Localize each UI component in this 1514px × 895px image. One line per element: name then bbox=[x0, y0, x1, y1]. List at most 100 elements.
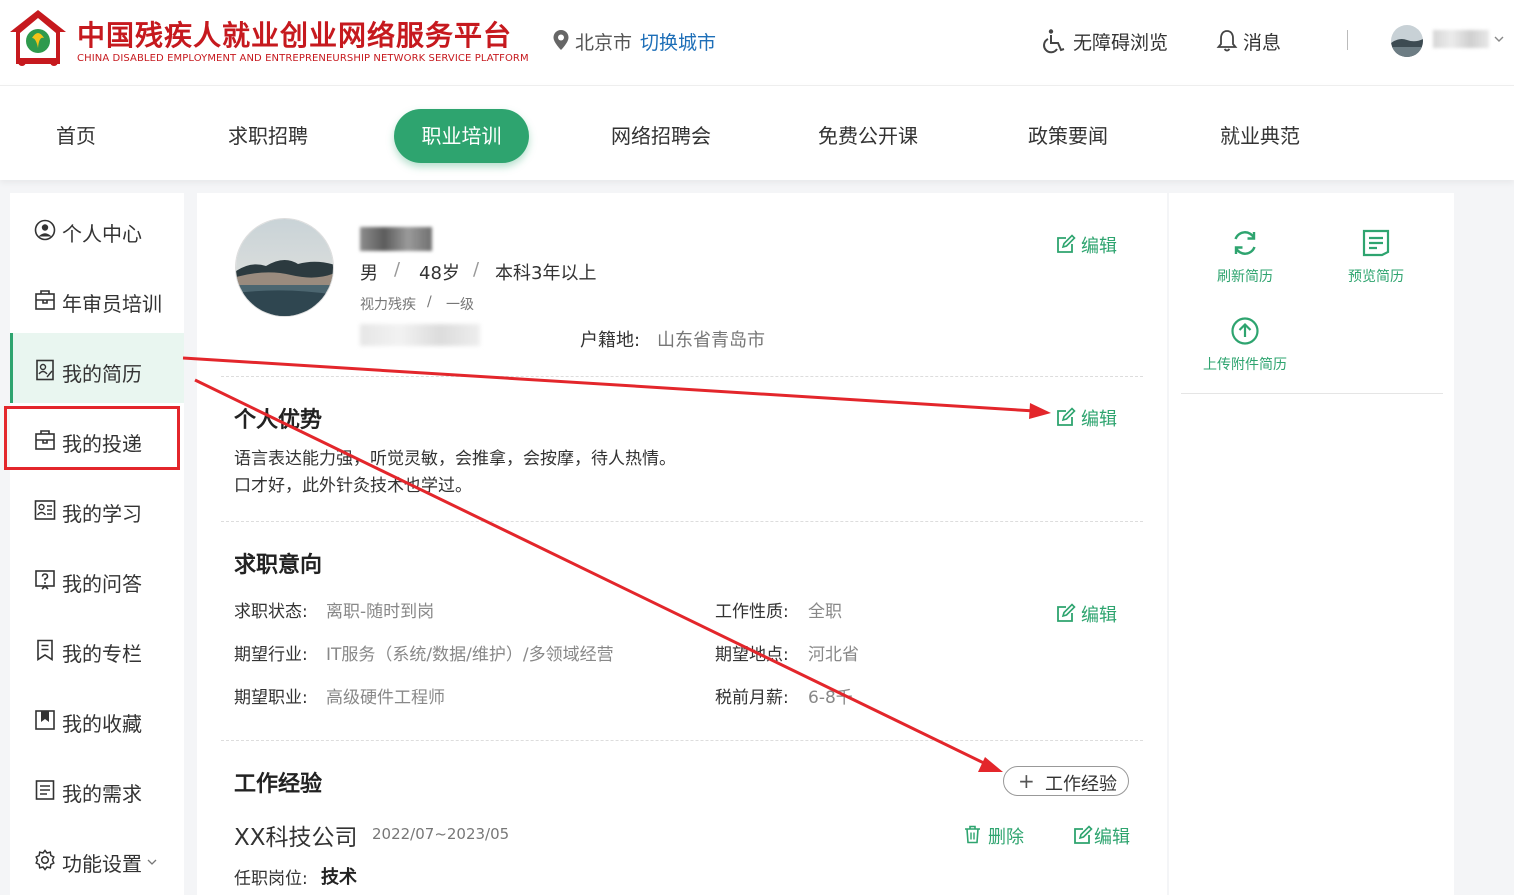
nav-training[interactable]: 职业培训 bbox=[394, 109, 529, 163]
annotation-highlight-box bbox=[4, 406, 180, 470]
profile-disability-type: 视力残疾 bbox=[360, 297, 416, 313]
bell-icon[interactable] bbox=[1215, 28, 1239, 53]
sidebar-item-my-needs[interactable]: 我的需求 bbox=[10, 753, 184, 823]
section-divider bbox=[221, 740, 1143, 741]
edit-label: 编辑 bbox=[1081, 236, 1117, 257]
chevron-down-icon[interactable] bbox=[1493, 33, 1505, 45]
switch-city-link[interactable]: 切换城市 bbox=[640, 28, 716, 55]
upload-icon bbox=[1231, 317, 1259, 345]
sidebar-item-my-column[interactable]: 我的专栏 bbox=[10, 613, 184, 683]
nav-open-course[interactable]: 免费公开课 bbox=[818, 109, 918, 163]
sidebar-item-label: 我的问答 bbox=[62, 572, 142, 596]
work-type-value: 全职 bbox=[808, 602, 842, 622]
chevron-down-icon[interactable] bbox=[146, 857, 158, 867]
edit-icon bbox=[1074, 825, 1093, 844]
brand-title: 中国残疾人就业创业网络服务平台 bbox=[77, 19, 513, 52]
refresh-resume-button[interactable]: 刷新简历 bbox=[1185, 228, 1305, 288]
messages-link[interactable]: 消息 bbox=[1243, 28, 1281, 55]
advantages-text-line: 口才好，此外针灸技术也学过。 bbox=[234, 476, 472, 496]
location-value: 河北省 bbox=[808, 645, 859, 665]
profile-phone-blurred bbox=[360, 324, 480, 346]
field-label: 税前月薪: bbox=[715, 688, 789, 708]
column-icon bbox=[37, 639, 53, 661]
resume-icon bbox=[36, 359, 54, 381]
edit-icon bbox=[1057, 407, 1076, 426]
preview-resume-button[interactable]: 预览简历 bbox=[1316, 228, 1436, 288]
avatar[interactable] bbox=[1391, 25, 1423, 57]
separator: / bbox=[427, 294, 432, 310]
field-label: 工作性质: bbox=[715, 602, 789, 622]
profile-experience: 本科3年以上 bbox=[495, 263, 597, 284]
study-icon bbox=[34, 500, 56, 520]
list-icon bbox=[35, 780, 55, 800]
nav-jobs[interactable]: 求职招聘 bbox=[228, 109, 308, 163]
sidebar-item-my-study[interactable]: 我的学习 bbox=[10, 473, 184, 543]
separator: / bbox=[394, 259, 401, 280]
gear-icon bbox=[35, 849, 55, 871]
top-divider bbox=[1347, 30, 1348, 50]
upload-attachment-label: 上传附件简历 bbox=[1203, 357, 1287, 373]
profile-name-blurred bbox=[360, 227, 432, 251]
sidebar-item-settings[interactable]: 功能设置 bbox=[10, 823, 184, 893]
edit-label: 编辑 bbox=[1081, 409, 1117, 430]
brand-subtitle: CHINA DISABLED EMPLOYMENT AND ENTREPRENE… bbox=[77, 53, 529, 64]
edit-icon bbox=[1057, 603, 1076, 622]
nav-policy-news[interactable]: 政策要闻 bbox=[1028, 109, 1108, 163]
separator: / bbox=[473, 259, 480, 280]
resume-main-panel: 男 / 48岁 / 本科3年以上 视力残疾 / 一级 户籍地: 山东省青岛市 编… bbox=[197, 193, 1167, 895]
sidebar-item-label: 功能设置 bbox=[62, 852, 142, 876]
sidebar-item-my-resume[interactable]: 我的简历 bbox=[10, 333, 184, 403]
sidebar-item-annual-training[interactable]: 年审员培训 bbox=[10, 263, 184, 333]
field-label: 期望行业: bbox=[234, 645, 308, 665]
current-city: 北京市 bbox=[575, 32, 633, 54]
trash-icon bbox=[965, 825, 980, 844]
delete-label: 删除 bbox=[988, 827, 1024, 848]
edit-label: 编辑 bbox=[1094, 827, 1130, 848]
sidebar-item-label: 我的学习 bbox=[62, 502, 142, 526]
sidebar-item-label: 个人中心 bbox=[62, 222, 142, 246]
refresh-resume-label: 刷新简历 bbox=[1217, 269, 1273, 285]
sidebar-item-label: 我的专栏 bbox=[62, 642, 142, 666]
sidebar-item-personal-center[interactable]: 个人中心 bbox=[10, 193, 184, 263]
location-pin-icon bbox=[553, 30, 569, 50]
advantages-title: 个人优势 bbox=[234, 408, 323, 433]
hukou-value: 山东省青岛市 bbox=[657, 330, 765, 351]
username-blurred[interactable] bbox=[1433, 30, 1489, 48]
nav-online-fair[interactable]: 网络招聘会 bbox=[611, 109, 711, 163]
section-divider bbox=[221, 521, 1143, 522]
add-work-experience-button[interactable]: + 工作经验 bbox=[1003, 766, 1129, 796]
top-bar: 中国残疾人就业创业网络服务平台 CHINA DISABLED EMPLOYMEN… bbox=[0, 0, 1514, 85]
experience-title: 工作经验 bbox=[234, 772, 323, 797]
accessibility-link[interactable]: 无障碍浏览 bbox=[1073, 28, 1168, 55]
panel-divider bbox=[1181, 393, 1443, 394]
profile-avatar[interactable] bbox=[235, 218, 334, 317]
refresh-icon bbox=[1234, 231, 1256, 255]
plus-icon: + bbox=[1018, 769, 1035, 793]
sidebar-item-my-favorites[interactable]: 我的收藏 bbox=[10, 683, 184, 753]
company-name: XX科技公司 bbox=[234, 825, 358, 851]
bookmark-icon bbox=[35, 710, 55, 730]
position-label: 任职岗位: bbox=[234, 869, 308, 889]
edit-label: 编辑 bbox=[1081, 605, 1117, 626]
hukou-label: 户籍地: bbox=[580, 330, 641, 351]
nav-role-models[interactable]: 就业典范 bbox=[1220, 109, 1300, 163]
edit-icon bbox=[1057, 234, 1076, 253]
accessibility-icon[interactable] bbox=[1043, 28, 1067, 54]
preview-resume-label: 预览简历 bbox=[1348, 269, 1404, 285]
industry-value: IT服务（系统/数据/维护）/多领域经营 bbox=[326, 645, 614, 665]
question-icon bbox=[35, 570, 55, 590]
section-divider bbox=[221, 376, 1143, 377]
upload-attachment-resume-button[interactable]: 上传附件简历 bbox=[1185, 316, 1305, 376]
profile-age: 48岁 bbox=[419, 263, 460, 284]
nav-home[interactable]: 首页 bbox=[56, 109, 96, 163]
field-label: 期望职业: bbox=[234, 688, 308, 708]
add-experience-label: 工作经验 bbox=[1045, 774, 1117, 795]
advantages-text-line: 语言表达能力强，听觉灵敏，会推拿，会按摩，待人热情。 bbox=[234, 449, 676, 469]
employment-period: 2022/07~2023/05 bbox=[372, 825, 510, 843]
sidebar-item-label: 我的需求 bbox=[62, 782, 142, 806]
sidebar-item-my-qa[interactable]: 我的问答 bbox=[10, 543, 184, 613]
briefcase-icon bbox=[35, 290, 55, 310]
main-nav: 首页 求职招聘 职业培训 网络招聘会 免费公开课 政策要闻 就业典范 bbox=[0, 85, 1514, 180]
logo-icon[interactable] bbox=[8, 8, 68, 70]
sidebar-item-label: 我的收藏 bbox=[62, 712, 142, 736]
